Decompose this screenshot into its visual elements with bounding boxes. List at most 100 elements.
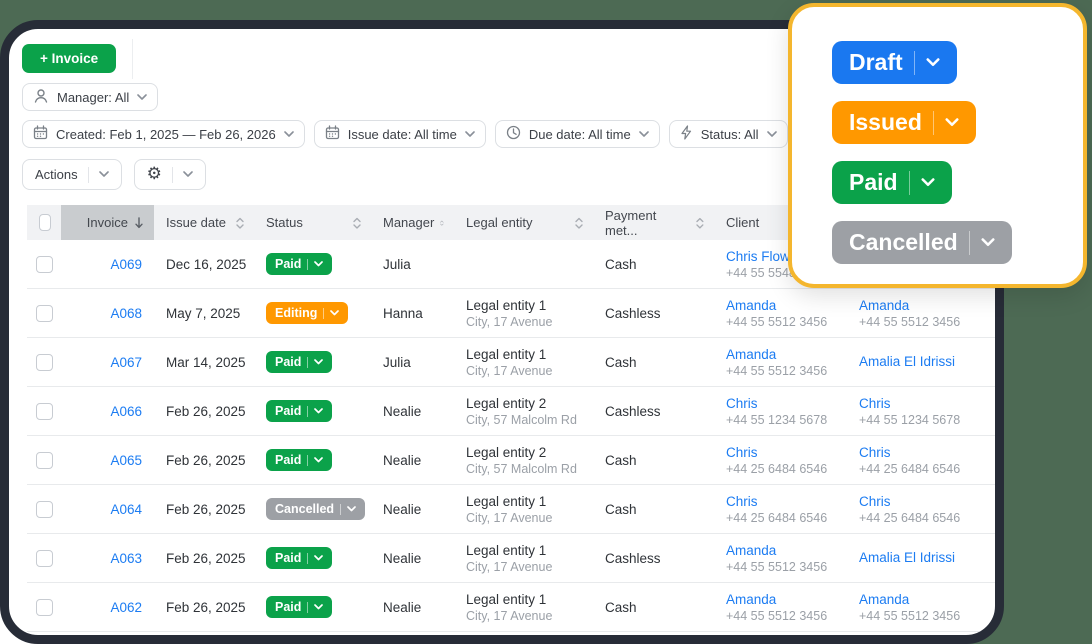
bolt-icon — [680, 125, 693, 143]
client-link[interactable]: Amanda — [726, 298, 847, 313]
recipient-link[interactable]: Amalia El Idrissi — [859, 550, 995, 565]
client-phone: +44 25 6484 6546 — [726, 510, 828, 525]
client-cell: Amanda +44 55 5512 3456 — [714, 543, 847, 574]
table-row: A062 Feb 26, 2025 Paid Nealie Legal enti… — [27, 583, 995, 632]
status-filter[interactable]: Status: All — [668, 120, 788, 148]
legal-entity-name: Legal entity 1 — [466, 591, 547, 607]
invoice-link[interactable]: A066 — [110, 404, 142, 419]
status-badge[interactable]: Paid — [266, 547, 333, 569]
legal-entity-address: City, 17 Avenue — [466, 559, 553, 574]
status-option-badge[interactable]: Cancelled — [832, 221, 1012, 264]
client-link[interactable]: Chris — [726, 445, 847, 460]
status-option-badge[interactable]: Paid — [832, 161, 952, 204]
row-checkbox[interactable] — [35, 500, 53, 518]
status-badge[interactable]: Paid — [266, 449, 333, 471]
status-badge[interactable]: Paid — [266, 253, 333, 275]
status-option-badge[interactable]: Issued — [832, 101, 976, 144]
created-date-filter[interactable]: Created: Feb 1, 2025 — Feb 26, 2026 — [22, 120, 305, 148]
manager-filter[interactable]: Manager: All — [22, 83, 159, 111]
payment-method-cell: Cashless — [605, 550, 661, 566]
status-badge[interactable]: Paid — [266, 351, 333, 373]
column-header-status[interactable]: Status — [254, 205, 371, 240]
invoice-link[interactable]: A069 — [110, 257, 142, 272]
status-badge-label: Paid — [275, 600, 302, 614]
column-header-invoice[interactable]: Invoice — [61, 205, 154, 240]
status-option-badge[interactable]: Draft — [832, 41, 957, 84]
actions-button[interactable]: Actions — [22, 159, 122, 190]
client-link[interactable]: Amanda — [726, 592, 847, 607]
status-cell: Paid — [254, 253, 371, 275]
legal-entity-cell: Legal entity 1 City, 17 Avenue — [454, 347, 593, 378]
chevron-down-icon — [465, 130, 475, 137]
button-divider — [171, 166, 173, 183]
invoice-link[interactable]: A068 — [110, 306, 142, 321]
client-link[interactable]: Chris — [726, 494, 847, 509]
recipient-link[interactable]: Amanda — [859, 592, 995, 607]
due-date-filter[interactable]: Due date: All time — [494, 120, 660, 148]
select-all-checkbox[interactable] — [39, 214, 51, 231]
invoice-link[interactable]: A065 — [110, 453, 142, 468]
row-checkbox-cell — [27, 353, 61, 371]
recipient-link[interactable]: Amanda — [859, 298, 995, 313]
chevron-down-icon — [926, 58, 940, 67]
row-checkbox[interactable] — [35, 255, 53, 273]
created-date-filter-label: Created: Feb 1, 2025 — Feb 26, 2026 — [56, 126, 276, 142]
client-link[interactable]: Amanda — [726, 347, 847, 362]
clock-icon — [506, 125, 521, 143]
status-cell: Editing — [254, 302, 371, 324]
issue-date-cell: Dec 16, 2025 — [166, 256, 247, 272]
status-badge[interactable]: Paid — [266, 596, 333, 618]
row-checkbox[interactable] — [35, 549, 53, 567]
legal-entity-name: Legal entity 1 — [466, 493, 547, 509]
recipient-link[interactable]: Chris — [859, 494, 995, 509]
status-badge[interactable]: Editing — [266, 302, 349, 324]
column-header-legal-entity[interactable]: Legal entity — [454, 205, 593, 240]
legal-entity-name: Legal entity 2 — [466, 444, 547, 460]
status-badge[interactable]: Paid — [266, 400, 333, 422]
manager-cell: Julia — [383, 354, 411, 370]
client-cell: Amanda +44 55 5512 3456 — [714, 298, 847, 329]
table-row: A064 Feb 26, 2025 Cancelled Nealie Legal… — [27, 485, 995, 534]
badge-divider — [307, 356, 309, 368]
row-checkbox[interactable] — [35, 353, 53, 371]
status-badge[interactable]: Cancelled — [266, 498, 366, 520]
new-invoice-button[interactable]: + Invoice — [22, 44, 117, 73]
recipient-link[interactable]: Amalia El Idrissi — [859, 354, 995, 369]
status-badge-label: Paid — [275, 404, 302, 418]
row-checkbox[interactable] — [35, 451, 53, 469]
recipient-phone: +44 25 6484 6546 — [859, 510, 961, 525]
row-checkbox[interactable] — [35, 304, 53, 322]
row-checkbox-cell — [27, 255, 61, 273]
status-badge-label: Cancelled — [275, 502, 335, 516]
column-header-payment-method[interactable]: Payment met... — [593, 205, 714, 240]
status-option-label: Cancelled — [849, 229, 958, 255]
status-callout-panel: Draft Issued Paid Cancelled — [788, 3, 1087, 288]
settings-button[interactable]: ⚙ — [133, 159, 206, 190]
invoice-link[interactable]: A062 — [110, 600, 142, 615]
client-link[interactable]: Amanda — [726, 543, 847, 558]
recipient-link[interactable]: Chris — [859, 396, 995, 411]
column-header-issue-date[interactable]: Issue date — [154, 205, 254, 240]
recipient-cell: Amanda +44 55 5512 3456 — [847, 592, 995, 623]
status-badge-label: Paid — [275, 355, 302, 369]
payment-method-cell: Cashless — [605, 305, 661, 321]
column-header-manager[interactable]: Manager — [371, 205, 454, 240]
row-checkbox[interactable] — [35, 402, 53, 420]
row-checkbox-cell — [27, 402, 61, 420]
invoice-link[interactable]: A067 — [110, 355, 142, 370]
client-cell: Chris +44 25 6484 6546 — [714, 494, 847, 525]
payment-method-cell: Cash — [605, 256, 637, 272]
status-badge-label: Paid — [275, 257, 302, 271]
invoice-link[interactable]: A063 — [110, 551, 142, 566]
issue-date-filter[interactable]: Issue date: All time — [313, 120, 486, 148]
row-checkbox[interactable] — [35, 598, 53, 616]
invoice-cell: A065 — [61, 453, 154, 468]
manager-cell: Nealie — [383, 403, 422, 419]
recipient-link[interactable]: Chris — [859, 445, 995, 460]
client-link[interactable]: Chris — [726, 396, 847, 411]
chevron-down-icon — [330, 310, 340, 316]
legal-entity-address: City, 17 Avenue — [466, 314, 553, 329]
badge-divider — [913, 50, 915, 75]
client-cell: Amanda +44 55 5512 3456 — [714, 592, 847, 623]
invoice-link[interactable]: A064 — [110, 502, 142, 517]
